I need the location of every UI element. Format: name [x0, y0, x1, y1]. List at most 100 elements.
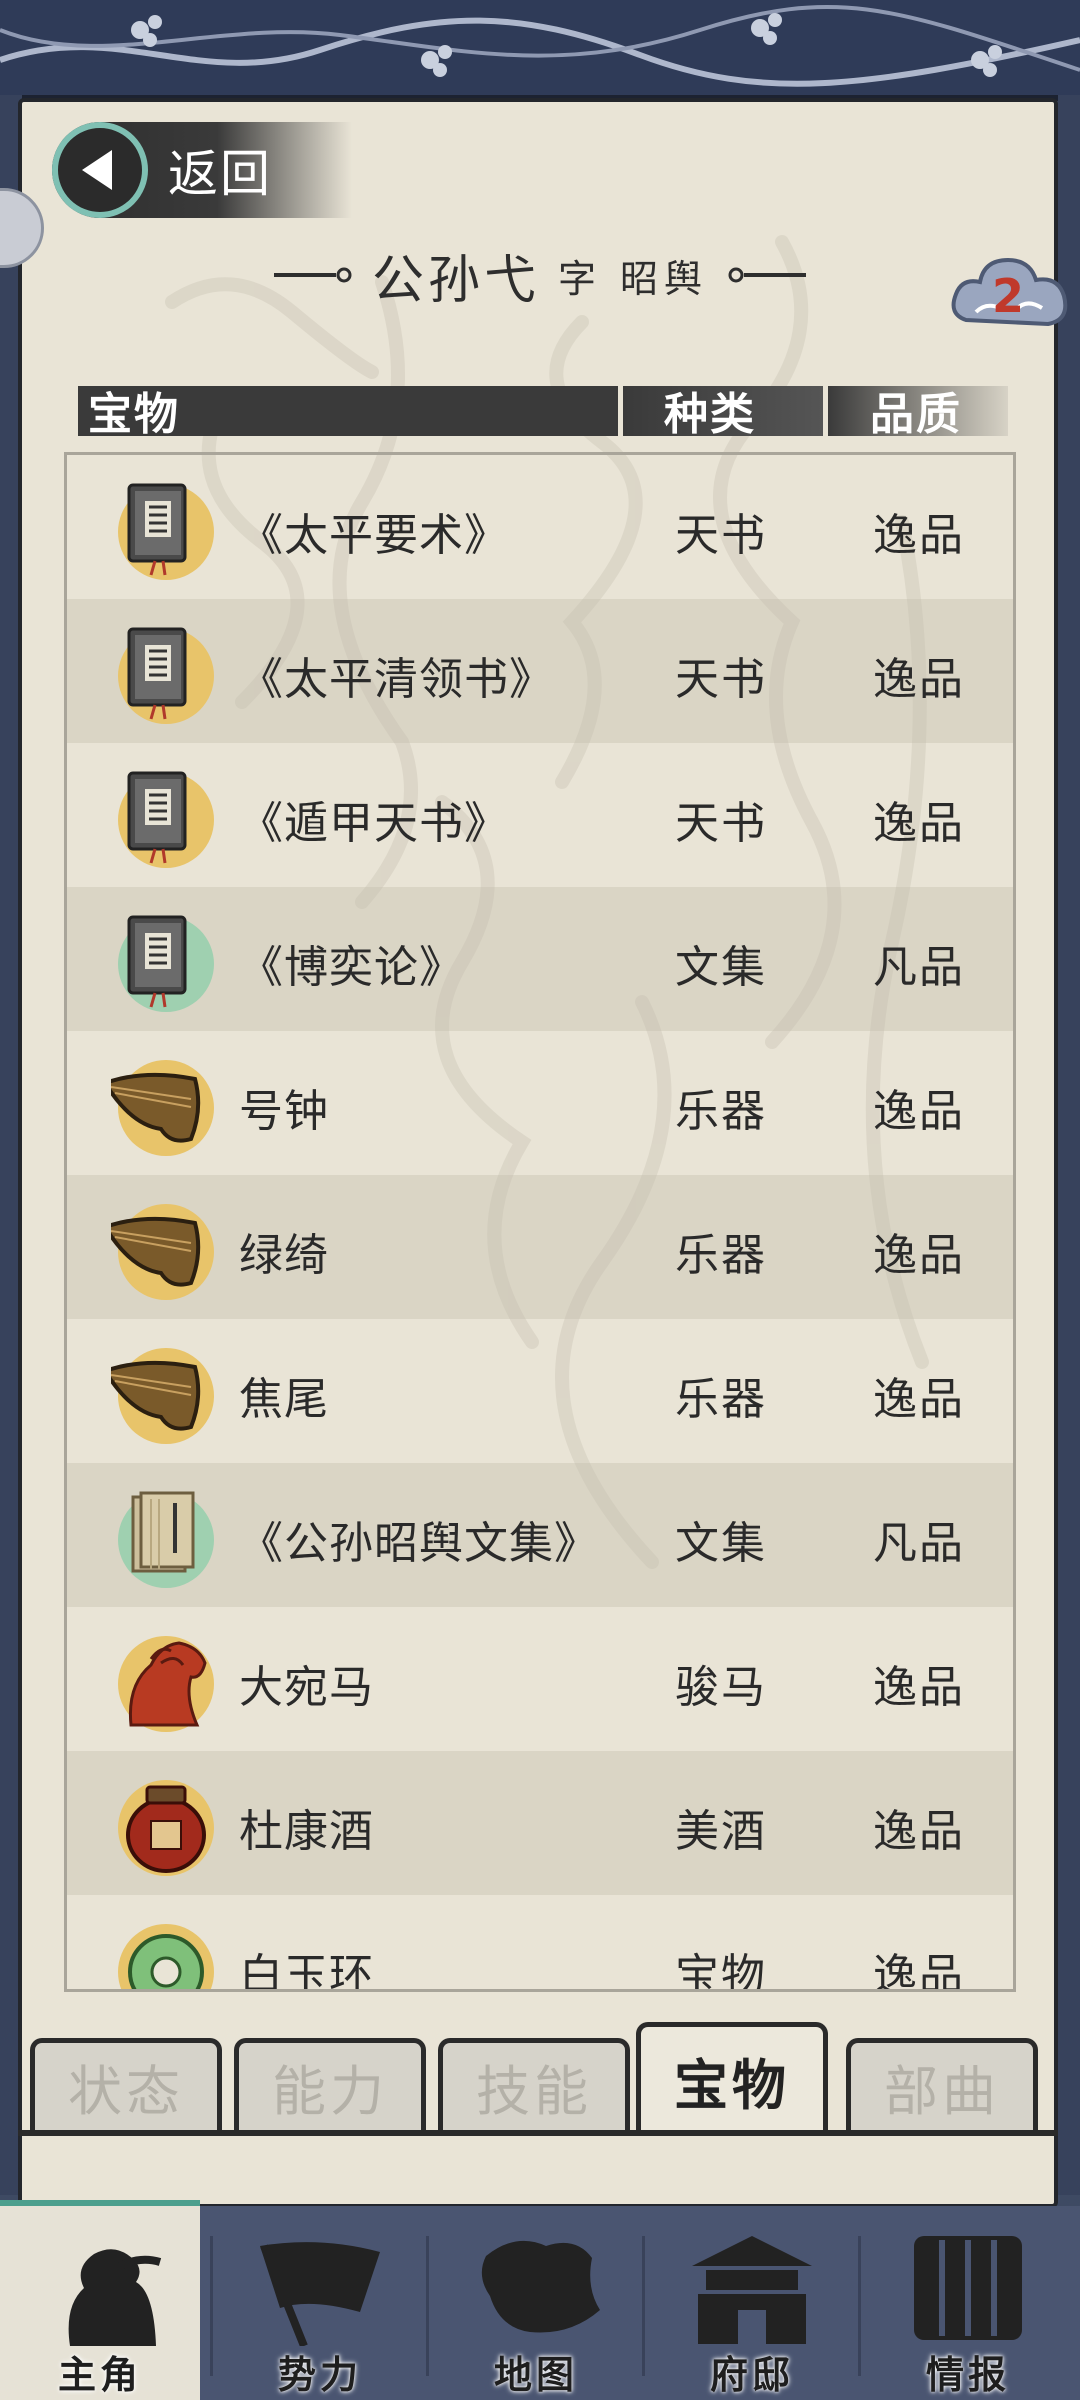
nav-label: 主角	[57, 2353, 142, 2397]
nav-label: 地图	[493, 2353, 578, 2397]
warrior-icon	[30, 2226, 170, 2346]
jade-ring-icon	[111, 1917, 221, 1989]
tab-ability[interactable]: 能力	[234, 2038, 426, 2130]
treasure-row[interactable]: 《遁甲天书》 天书 逸品	[67, 743, 1013, 887]
bottom-navigation: 主角 势力 地图 府邸 情报	[0, 2200, 1080, 2400]
courtesy-name: 字 昭舆	[557, 256, 709, 301]
wine-jar-icon	[111, 1773, 221, 1883]
treasure-quality: 逸品	[873, 1086, 965, 1137]
treasure-quality: 凡品	[873, 1518, 965, 1569]
treasure-name: 《公孙昭舆文集》	[239, 1518, 599, 1569]
column-kind: 种类	[664, 389, 756, 440]
treasure-quality: 凡品	[873, 942, 965, 993]
treasure-kind: 天书	[675, 654, 767, 705]
nav-divider	[858, 2236, 861, 2376]
treasure-quality: 逸品	[873, 1806, 965, 1857]
zither-icon	[101, 1053, 221, 1163]
treasure-name: 号钟	[239, 1086, 329, 1137]
treasure-name: 绿绮	[239, 1230, 329, 1281]
zither-icon	[101, 1197, 221, 1307]
treasure-row[interactable]: 杜康酒 美酒 逸品	[67, 1751, 1013, 1895]
treasure-kind: 天书	[675, 510, 767, 561]
top-decorative-band	[0, 0, 1080, 101]
treasure-kind: 骏马	[675, 1662, 767, 1713]
vine-pattern-icon	[0, 5, 1080, 87]
treasure-kind: 文集	[675, 1518, 767, 1569]
nav-divider	[642, 2236, 645, 2376]
treasure-kind: 文集	[675, 942, 767, 993]
treasure-quality: 逸品	[873, 1662, 965, 1713]
notification-badge[interactable]: 2	[946, 250, 1070, 342]
back-arrow-icon	[52, 122, 148, 218]
back-label: 返回	[168, 145, 272, 203]
column-quality: 品质	[870, 389, 962, 440]
treasure-name: 焦尾	[239, 1374, 329, 1425]
tab-treasure[interactable]: 宝物	[636, 2022, 828, 2134]
treasure-row[interactable]: 焦尾 乐器 逸品	[67, 1319, 1013, 1463]
nav-mansion[interactable]: 府邸	[652, 2206, 852, 2400]
nav-protagonist[interactable]: 主角	[0, 2200, 200, 2400]
treasure-quality: 逸品	[873, 1230, 965, 1281]
treasure-kind: 乐器	[675, 1230, 767, 1281]
treasure-row[interactable]: 白玉环 宝物 逸品	[67, 1895, 1013, 1992]
character-title: 公孙弋 字 昭舆	[240, 240, 840, 311]
treasure-name: 《博奕论》	[239, 942, 464, 993]
map-icon	[466, 2226, 606, 2346]
treasure-row[interactable]: 《博奕论》 文集 凡品	[67, 887, 1013, 1031]
treasure-name: 《遁甲天书》	[239, 798, 509, 849]
book-icon	[111, 477, 221, 587]
treasure-quality: 逸品	[873, 798, 965, 849]
treasure-row[interactable]: 绿绮 乐器 逸品	[67, 1175, 1013, 1319]
treasure-row[interactable]: 《太平要术》 天书 逸品	[67, 455, 1013, 599]
treasure-row[interactable]: 《太平清领书》 天书 逸品	[67, 599, 1013, 743]
tab-skill[interactable]: 技能	[438, 2038, 630, 2130]
tab-status[interactable]: 状态	[30, 2038, 222, 2130]
nav-intel[interactable]: 情报	[868, 2206, 1068, 2400]
treasure-name: 杜康酒	[239, 1806, 374, 1857]
left-ornament-icon	[273, 267, 352, 283]
mansion-icon	[682, 2226, 822, 2346]
treasure-row[interactable]: 《公孙昭舆文集》 文集 凡品	[67, 1463, 1013, 1607]
nav-divider	[426, 2236, 429, 2376]
nav-label: 情报	[925, 2353, 1010, 2397]
treasure-kind: 乐器	[675, 1374, 767, 1425]
back-button[interactable]: 返回	[52, 122, 352, 218]
column-item: 宝物	[88, 389, 180, 440]
nav-divider	[210, 2236, 213, 2376]
list-column-header: 宝物 种类 品质	[78, 386, 1008, 440]
book-icon	[111, 765, 221, 875]
zither-icon	[101, 1341, 221, 1451]
scroll-book-icon	[111, 1485, 221, 1595]
treasure-name: 白玉环	[239, 1950, 374, 1992]
nav-label: 府邸	[709, 2353, 794, 2397]
treasure-quality: 逸品	[873, 1950, 965, 1992]
tab-baseline	[18, 2130, 1058, 2136]
horse-icon	[111, 1629, 221, 1739]
treasure-name: 《太平要术》	[239, 510, 509, 561]
right-ornament-icon	[728, 267, 807, 283]
treasure-quality: 逸品	[873, 510, 965, 561]
treasure-quality: 逸品	[873, 654, 965, 705]
tab-troops[interactable]: 部曲	[846, 2038, 1038, 2130]
treasure-kind: 美酒	[675, 1806, 767, 1857]
treasure-kind: 天书	[675, 798, 767, 849]
treasure-kind: 乐器	[675, 1086, 767, 1137]
panel-tabs: 状态 能力 技能 宝物 部曲	[30, 2022, 1050, 2134]
treasure-name: 大宛马	[239, 1662, 374, 1713]
treasure-list[interactable]: 《太平要术》 天书 逸品 《太平清领书》 天书 逸品 《遁甲天书》 天书 逸品	[64, 452, 1016, 1992]
treasure-row[interactable]: 号钟 乐器 逸品	[67, 1031, 1013, 1175]
nav-faction[interactable]: 势力	[220, 2206, 420, 2400]
treasure-quality: 逸品	[873, 1374, 965, 1425]
book-icon	[111, 621, 221, 731]
treasure-kind: 宝物	[675, 1950, 767, 1992]
nav-label: 势力	[277, 2353, 362, 2397]
character-name: 公孙弋	[371, 250, 540, 311]
badge-count: 2	[991, 269, 1024, 323]
right-frame	[1058, 95, 1080, 2195]
nav-map[interactable]: 地图	[436, 2206, 636, 2400]
flag-icon	[250, 2226, 390, 2348]
treasure-name: 《太平清领书》	[239, 654, 554, 705]
book-icon	[111, 909, 221, 1019]
treasure-row[interactable]: 大宛马 骏马 逸品	[67, 1607, 1013, 1751]
scroll-icon	[898, 2226, 1038, 2346]
